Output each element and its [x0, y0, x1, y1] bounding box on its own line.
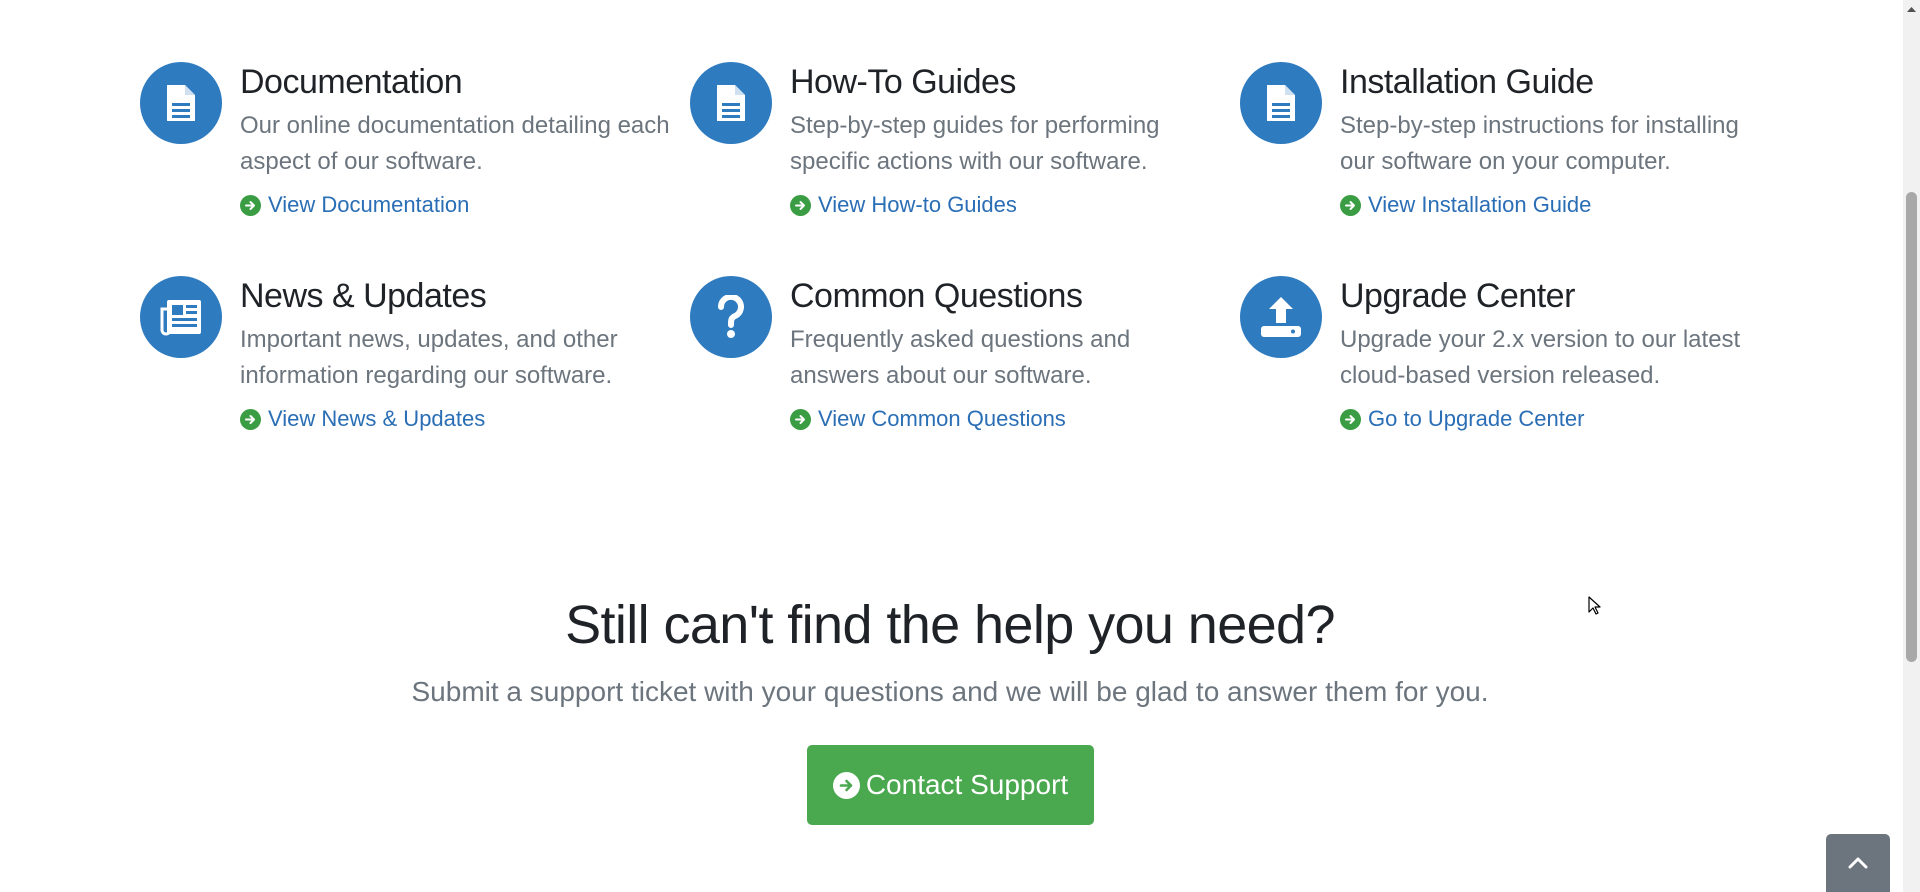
resource-title: Installation Guide: [1340, 63, 1594, 101]
view-installation-guide-link[interactable]: View Installation Guide: [1340, 190, 1591, 220]
contact-support-label: Contact Support: [865, 769, 1069, 800]
resource-title: News & Updates: [240, 277, 487, 315]
view-common-questions-link[interactable]: View Common Questions: [790, 404, 1066, 434]
resource-card-body: Documentation Our online documentation d…: [240, 58, 670, 220]
resource-card-documentation: Documentation Our online documentation d…: [140, 58, 690, 220]
resource-title: Common Questions: [790, 277, 1083, 315]
chevron-up-icon: [1848, 857, 1868, 869]
arrow-circle-right-icon: [1340, 408, 1361, 430]
resource-description: Step-by-step guides for performing speci…: [790, 112, 1160, 175]
document-icon: [690, 62, 772, 144]
resource-title: Documentation: [240, 63, 463, 101]
link-label: View How-to Guides: [818, 192, 1017, 217]
document-icon: [1240, 62, 1322, 144]
resource-title: How-To Guides: [790, 63, 1016, 101]
help-subtitle: Submit a support ticket with your questi…: [411, 676, 1489, 707]
resource-card-common-questions: Common Questions Frequently asked questi…: [690, 272, 1240, 434]
scrollbar-thumb[interactable]: [1906, 192, 1917, 662]
resource-card-news-updates: News & Updates Important news, updates, …: [140, 272, 690, 434]
newspaper-icon: [140, 276, 222, 358]
help-section: Still can't find the help you need? Subm…: [0, 590, 1900, 710]
question-icon: [690, 276, 772, 358]
arrow-circle-right-icon: [240, 194, 261, 216]
arrow-circle-right-icon: [790, 194, 811, 216]
support-page: Documentation Our online documentation d…: [0, 0, 1920, 892]
view-documentation-link[interactable]: View Documentation: [240, 190, 469, 220]
link-label: View Documentation: [268, 192, 470, 217]
link-label: View Installation Guide: [1368, 192, 1592, 217]
link-label: View News & Updates: [268, 406, 486, 431]
document-icon: [140, 62, 222, 144]
contact-support-button[interactable]: Contact Support: [807, 745, 1094, 825]
resource-card-how-to-guides: How-To Guides Step-by-step guides for pe…: [690, 58, 1240, 220]
view-news-updates-link[interactable]: View News & Updates: [240, 404, 485, 434]
scroll-up-arrow-icon[interactable]: [1903, 0, 1920, 17]
resource-description: Frequently asked questions and answers a…: [790, 326, 1131, 389]
resource-card-body: News & Updates Important news, updates, …: [240, 272, 670, 434]
resource-card-body: Installation Guide Step-by-step instruct…: [1340, 58, 1770, 220]
resource-card-body: Upgrade Center Upgrade your 2.x version …: [1340, 272, 1770, 434]
resource-card-installation-guide: Installation Guide Step-by-step instruct…: [1240, 58, 1790, 220]
go-to-upgrade-center-link[interactable]: Go to Upgrade Center: [1340, 404, 1584, 434]
resource-description: Our online documentation detailing each …: [240, 112, 670, 175]
resource-card-upgrade-center: Upgrade Center Upgrade your 2.x version …: [1240, 272, 1790, 434]
scroll-to-top-button[interactable]: [1826, 834, 1890, 892]
link-label: View Common Questions: [818, 406, 1066, 431]
help-title: Still can't find the help you need?: [565, 595, 1335, 655]
resource-grid: Documentation Our online documentation d…: [140, 58, 1790, 434]
upload-icon: [1240, 276, 1322, 358]
arrow-circle-right-icon: [1340, 194, 1361, 216]
mouse-cursor-icon: [1588, 596, 1602, 621]
arrow-circle-right-icon: [240, 408, 261, 430]
arrow-circle-right-icon: [832, 771, 860, 799]
view-how-to-guides-link[interactable]: View How-to Guides: [790, 190, 1017, 220]
resource-title: Upgrade Center: [1340, 277, 1575, 315]
vertical-scrollbar[interactable]: [1903, 0, 1920, 892]
link-label: Go to Upgrade Center: [1368, 406, 1585, 431]
resource-description: Upgrade your 2.x version to our latest c…: [1340, 326, 1741, 389]
resource-card-body: Common Questions Frequently asked questi…: [790, 272, 1220, 434]
resource-description: Step-by-step instructions for installing…: [1340, 112, 1739, 175]
resource-description: Important news, updates, and other infor…: [240, 326, 618, 389]
arrow-circle-right-icon: [790, 408, 811, 430]
resource-card-body: How-To Guides Step-by-step guides for pe…: [790, 58, 1220, 220]
